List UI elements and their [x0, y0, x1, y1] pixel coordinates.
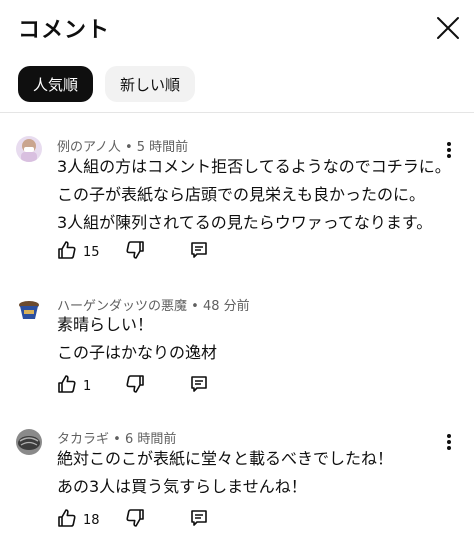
comment-line: この子が表紙なら店頭での見栄えも良かったのに。 — [57, 185, 426, 204]
comment-meta: タカラギ • 6 時間前 — [57, 432, 177, 447]
comment-meta: 例のアノ人 • 5 時間前 — [57, 140, 189, 155]
comment-author[interactable]: ハーゲンダッツの悪魔 — [57, 299, 187, 314]
header-divider — [0, 112, 474, 113]
reply-button[interactable] — [189, 240, 209, 264]
comment-author[interactable]: 例のアノ人 — [57, 140, 121, 155]
like-count: 1 — [83, 378, 92, 394]
comment-line: 3人組が陳列されてるの見たらウワァってなります。 — [57, 213, 433, 232]
dislike-button[interactable] — [125, 508, 145, 532]
comments-header: コメント — [0, 0, 474, 60]
comment-text: 絶対このこが表紙に堂々と載るべきでしたね！ あの3人は買う気すらしませんね！ — [57, 447, 393, 499]
thumbs-up-icon — [57, 240, 77, 264]
comment-author[interactable]: タカラギ — [57, 432, 109, 447]
thumbs-down-icon — [125, 508, 145, 532]
avatar[interactable] — [16, 297, 42, 323]
comment-actions: 18 — [57, 508, 209, 532]
comment-line: 素晴らしい！ — [57, 315, 154, 334]
reply-icon — [189, 508, 209, 532]
like-button[interactable]: 18 — [57, 508, 105, 532]
comment-time: 5 時間前 — [136, 140, 189, 155]
sort-chip-popular[interactable]: 人気順 — [18, 66, 94, 102]
avatar[interactable] — [16, 136, 42, 162]
thumbs-down-icon — [125, 240, 145, 264]
page-title: コメント — [18, 18, 111, 43]
thumbs-up-icon — [57, 508, 77, 532]
thumbs-down-icon — [125, 374, 145, 398]
reply-icon — [189, 374, 209, 398]
like-button[interactable]: 15 — [57, 240, 105, 264]
close-icon[interactable] — [434, 14, 462, 42]
comment-time: 48 分前 — [202, 299, 250, 314]
more-vertical-icon[interactable] — [442, 432, 456, 454]
like-count: 15 — [83, 244, 100, 260]
like-count: 18 — [83, 512, 100, 528]
comment-text: 3人組の方はコメント拒否してるようなのでコチラに。 この子が表紙なら店頭での見栄… — [57, 155, 451, 235]
dislike-button[interactable] — [125, 374, 145, 398]
sort-chip-newest[interactable]: 新しい順 — [105, 66, 196, 102]
like-button[interactable]: 1 — [57, 374, 105, 398]
reply-button[interactable] — [189, 374, 209, 398]
comment-line: この子はかなりの逸材 — [57, 343, 218, 362]
avatar[interactable] — [16, 429, 42, 455]
comment-line: あの3人は買う気すらしませんね！ — [57, 477, 307, 496]
thumbs-up-icon — [57, 374, 77, 398]
comment-actions: 1 — [57, 374, 209, 398]
comment-line: 絶対このこが表紙に堂々と載るべきでしたね！ — [57, 449, 394, 468]
comment-time: 6 時間前 — [124, 432, 177, 447]
comment-line: 3人組の方はコメント拒否してるようなのでコチラに。 — [57, 157, 451, 176]
comment-text: 素晴らしい！ この子はかなりの逸材 — [57, 313, 217, 365]
comment-actions: 15 — [57, 240, 209, 264]
dislike-button[interactable] — [125, 240, 145, 264]
reply-button[interactable] — [189, 508, 209, 532]
reply-icon — [189, 240, 209, 264]
comment-meta: ハーゲンダッツの悪魔 • 48 分前 — [57, 299, 250, 314]
sort-chips: 人気順 新しい順 — [18, 66, 196, 102]
